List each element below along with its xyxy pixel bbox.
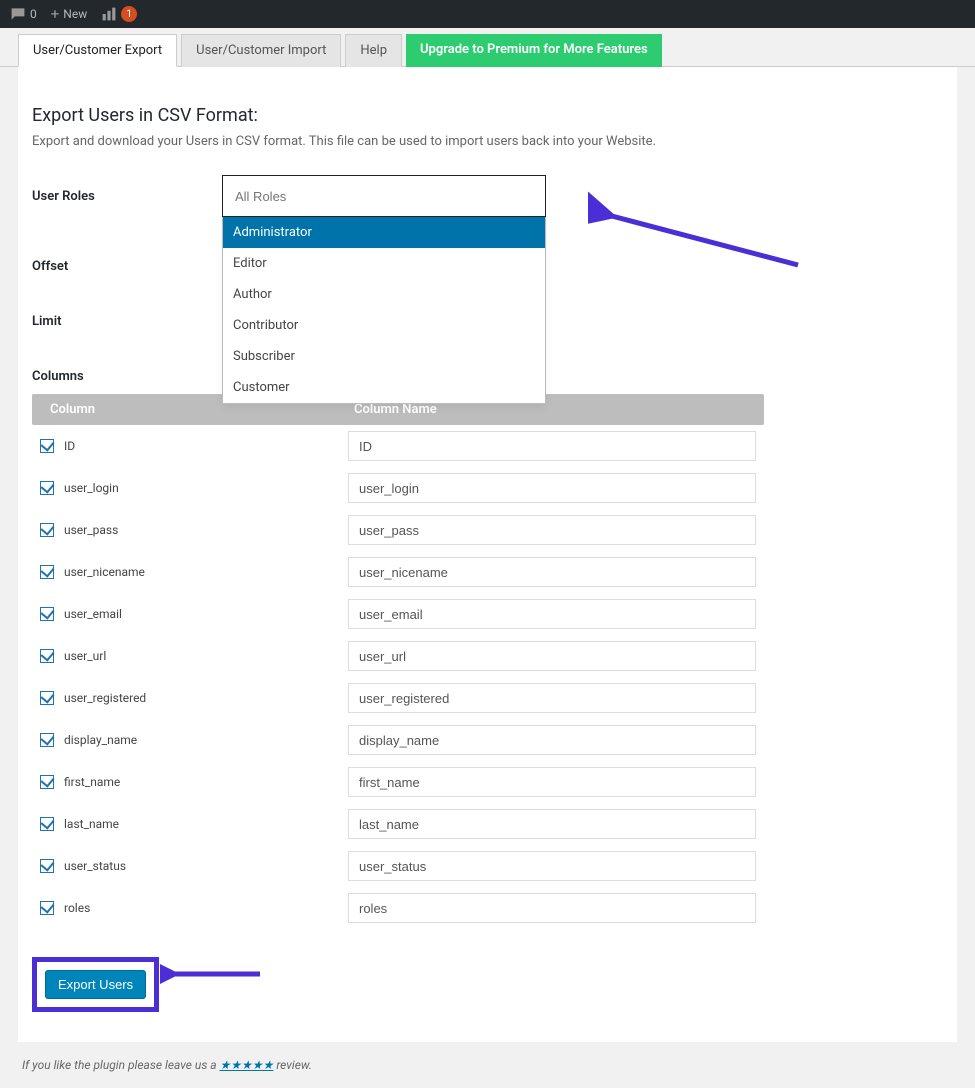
- column-row: user_email: [32, 593, 764, 635]
- column-name-input[interactable]: [348, 851, 756, 881]
- column-row: first_name: [32, 761, 764, 803]
- role-option[interactable]: Contributor: [223, 310, 545, 341]
- user-roles-select[interactable]: AdministratorEditorAuthorContributorSubs…: [222, 175, 546, 217]
- column-row: ID: [32, 425, 764, 467]
- notification-badge: 1: [121, 6, 137, 22]
- tab-bar: User/Customer Export User/Customer Impor…: [0, 34, 975, 67]
- role-option[interactable]: Administrator: [223, 217, 545, 248]
- columns-area: Column Column Name ID user_login user_pass…: [32, 394, 764, 929]
- limit-label: Limit: [32, 314, 222, 329]
- tab-help[interactable]: Help: [345, 34, 402, 67]
- tab-import[interactable]: User/Customer Import: [181, 34, 341, 67]
- column-checkbox[interactable]: [40, 565, 54, 579]
- annotation-arrow-export: [160, 959, 270, 989]
- column-row: user_status: [32, 845, 764, 887]
- column-checkbox[interactable]: [40, 481, 54, 495]
- column-label: first_name: [64, 775, 120, 789]
- plus-icon: +: [51, 5, 60, 23]
- column-checkbox[interactable]: [40, 901, 54, 915]
- column-label: roles: [64, 901, 90, 915]
- column-label: ID: [64, 439, 75, 453]
- column-checkbox[interactable]: [40, 439, 54, 453]
- column-label: user_registered: [64, 691, 146, 705]
- footer-suffix: review.: [273, 1058, 312, 1072]
- page-title: Export Users in CSV Format:: [32, 105, 943, 126]
- column-label: user_email: [64, 607, 122, 621]
- column-row: display_name: [32, 719, 764, 761]
- user-roles-dropdown: AdministratorEditorAuthorContributorSubs…: [222, 217, 546, 404]
- columns-header-name: Column Name: [354, 402, 437, 417]
- column-name-input[interactable]: [348, 599, 756, 629]
- column-name-input[interactable]: [348, 893, 756, 923]
- role-option[interactable]: Editor: [223, 248, 545, 279]
- footer-prefix: If you like the plugin please leave us a: [22, 1058, 220, 1072]
- column-row: last_name: [32, 803, 764, 845]
- column-name-input[interactable]: [348, 515, 756, 545]
- user-roles-label: User Roles: [32, 189, 222, 204]
- footer-review-note: If you like the plugin please leave us a…: [0, 1042, 975, 1088]
- column-row: roles: [32, 887, 764, 929]
- tab-export[interactable]: User/Customer Export: [18, 34, 177, 67]
- column-checkbox[interactable]: [40, 733, 54, 747]
- comments-count: 0: [30, 7, 37, 21]
- column-checkbox[interactable]: [40, 607, 54, 621]
- column-label: user_url: [64, 649, 106, 663]
- column-label: user_nicename: [64, 565, 145, 579]
- role-option[interactable]: Author: [223, 279, 545, 310]
- comment-icon: [10, 6, 26, 22]
- column-checkbox[interactable]: [40, 649, 54, 663]
- export-button-highlight: Export Users: [32, 957, 159, 1012]
- page-description: Export and download your Users in CSV fo…: [32, 134, 943, 149]
- admin-bar: 0 + New 1: [0, 0, 975, 28]
- export-users-button[interactable]: Export Users: [45, 970, 146, 999]
- role-option[interactable]: Subscriber: [223, 341, 545, 372]
- offset-label: Offset: [32, 259, 222, 274]
- column-name-input[interactable]: [348, 683, 756, 713]
- column-name-input[interactable]: [348, 767, 756, 797]
- column-label: last_name: [64, 817, 119, 831]
- column-label: user_pass: [64, 523, 118, 537]
- seo-icon: [101, 6, 117, 22]
- column-row: user_nicename: [32, 551, 764, 593]
- tab-upgrade[interactable]: Upgrade to Premium for More Features: [406, 34, 662, 67]
- column-label: user_status: [64, 859, 126, 873]
- seo-indicator[interactable]: 1: [101, 6, 137, 22]
- column-name-input[interactable]: [348, 557, 756, 587]
- column-checkbox[interactable]: [40, 775, 54, 789]
- column-checkbox[interactable]: [40, 691, 54, 705]
- column-name-input[interactable]: [348, 809, 756, 839]
- comments-link[interactable]: 0: [10, 6, 37, 22]
- column-name-input[interactable]: [348, 725, 756, 755]
- column-row: user_url: [32, 635, 764, 677]
- column-row: user_pass: [32, 509, 764, 551]
- export-panel: Export Users in CSV Format: Export and d…: [18, 67, 957, 1042]
- footer-review-link[interactable]: ★★★★★: [220, 1058, 274, 1072]
- column-checkbox[interactable]: [40, 817, 54, 831]
- new-content-link[interactable]: + New: [51, 5, 87, 23]
- user-roles-row: User Roles AdministratorEditorAuthorCont…: [32, 175, 943, 217]
- column-name-input[interactable]: [348, 431, 756, 461]
- column-name-input[interactable]: [348, 473, 756, 503]
- role-option[interactable]: Customer: [223, 372, 545, 403]
- column-checkbox[interactable]: [40, 859, 54, 873]
- new-label: New: [63, 7, 87, 21]
- column-label: display_name: [64, 733, 137, 747]
- column-row: user_login: [32, 467, 764, 509]
- column-name-input[interactable]: [348, 641, 756, 671]
- columns-header-col: Column: [50, 402, 354, 417]
- column-row: user_registered: [32, 677, 764, 719]
- user-roles-input[interactable]: [222, 175, 546, 217]
- column-label: user_login: [64, 481, 119, 495]
- column-checkbox[interactable]: [40, 523, 54, 537]
